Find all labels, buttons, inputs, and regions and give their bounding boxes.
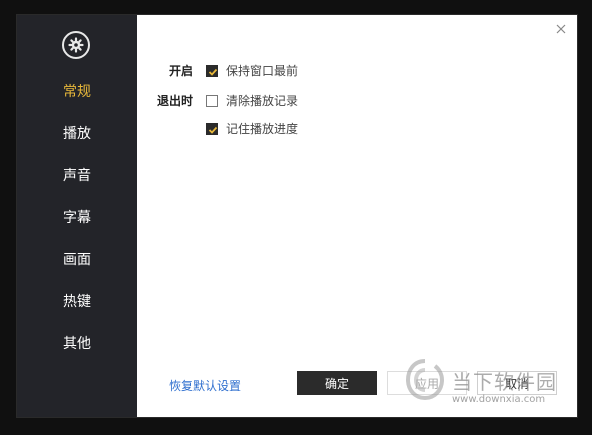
sidebar-item-audio[interactable]: 声音 — [17, 165, 137, 185]
ok-button[interactable]: 确定 — [297, 371, 377, 395]
clear-history-label: 清除播放记录 — [226, 94, 299, 108]
settings-content: 开启 退出时 保持窗口最前 清除播放记录 记住播放进度 恢复默认设置 确定 应用… — [137, 15, 577, 417]
remember-progress-checkbox[interactable] — [206, 122, 218, 135]
startup-label: 开启 — [169, 64, 194, 78]
option-clear-history[interactable]: 清除播放记录 — [206, 92, 298, 109]
keep-on-top-checkbox[interactable] — [206, 64, 218, 77]
check-icon — [208, 126, 218, 134]
gear-icon — [62, 31, 90, 59]
sidebar-item-playback[interactable]: 播放 — [17, 123, 137, 143]
check-icon — [208, 68, 218, 76]
settings-sidebar: 常规 播放 声音 字幕 画面 热键 其他 — [17, 15, 137, 417]
close-button[interactable] — [553, 21, 569, 37]
watermark-url: www.downxia.com — [452, 394, 546, 405]
watermark-text: 当下软件园 — [452, 370, 557, 394]
close-icon — [556, 24, 566, 34]
sidebar-item-picture[interactable]: 画面 — [17, 249, 137, 269]
restore-defaults-link[interactable]: 恢复默认设置 — [169, 377, 241, 394]
sidebar-item-general[interactable]: 常规 — [17, 81, 137, 101]
settings-window: 常规 播放 声音 字幕 画面 热键 其他 开启 退出时 保持窗口最前 清除播放记… — [16, 14, 578, 418]
option-keep-on-top[interactable]: 保持窗口最前 — [206, 62, 298, 79]
exit-label: 退出时 — [157, 94, 194, 108]
keep-on-top-label: 保持窗口最前 — [226, 64, 299, 78]
sidebar-item-subtitles[interactable]: 字幕 — [17, 207, 137, 227]
remember-progress-label: 记住播放进度 — [226, 122, 299, 136]
watermark-logo-icon — [405, 359, 445, 401]
clear-history-checkbox[interactable] — [206, 94, 218, 107]
option-remember-progress[interactable]: 记住播放进度 — [206, 120, 298, 137]
sidebar-item-hotkeys[interactable]: 热键 — [17, 291, 137, 311]
sidebar-item-other[interactable]: 其他 — [17, 333, 137, 353]
